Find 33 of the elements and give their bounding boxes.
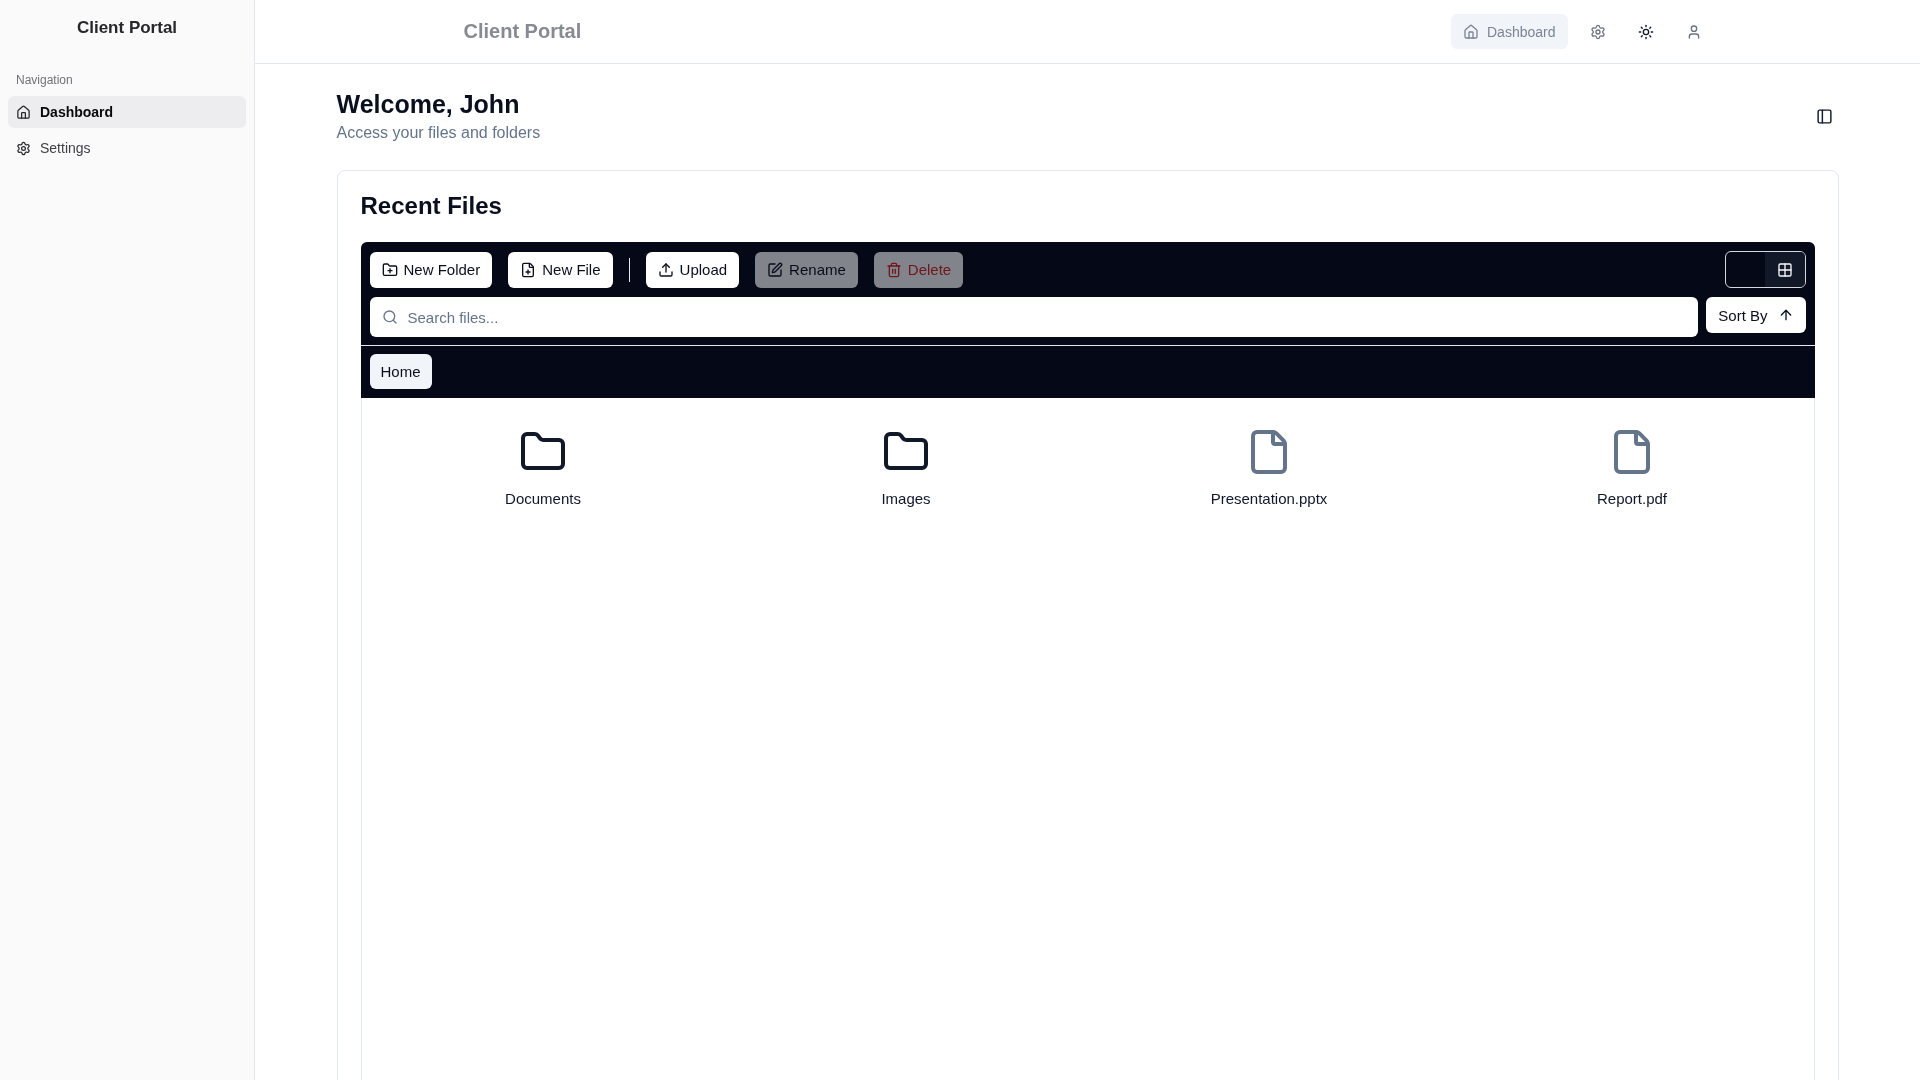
toolbar-button[interactable]: New File: [508, 251, 613, 288]
sidebar-title: Client Portal: [75, 17, 179, 38]
file-item[interactable]: Presentation.pptx: [1210, 428, 1328, 507]
welcome-title: Welcome, John: [336, 89, 521, 119]
file-item[interactable]: Report.pdf: [1596, 428, 1667, 507]
file-item[interactable]: Documents: [505, 428, 581, 507]
toolbar-button[interactable]: Upload: [645, 251, 740, 288]
sidebar-panel-icon[interactable]: [1815, 107, 1833, 125]
breadcrumb-button[interactable]: Home: [369, 354, 432, 389]
nav-button[interactable]: Dashboard: [1451, 14, 1568, 49]
toolbar-button[interactable]: New Folder: [369, 251, 493, 288]
grid-icon: [1776, 261, 1793, 278]
sun-icon[interactable]: [1637, 23, 1654, 40]
card-title: Recent Files: [360, 194, 503, 218]
file-plus-icon: [520, 261, 537, 278]
pencil-square-icon: [767, 261, 784, 278]
home-icon: [16, 104, 31, 120]
grid-view-button[interactable]: [1764, 252, 1805, 287]
app-title: Client Portal: [463, 20, 582, 43]
trash-icon: [885, 261, 902, 278]
section-label: Navigation: [15, 72, 74, 88]
upload-icon: [657, 261, 674, 278]
home-icon: [1463, 23, 1479, 40]
file-item[interactable]: Images: [881, 428, 931, 507]
welcome-subtitle: Access your files and folders: [336, 123, 541, 143]
settings-icon[interactable]: [1589, 23, 1606, 40]
search-field[interactable]: Search files...: [369, 297, 1699, 337]
sidebar-item[interactable]: Dashboard: [8, 96, 246, 128]
sort-button[interactable]: Sort By: [1706, 297, 1806, 333]
search-icon: [381, 309, 398, 325]
folder-plus-icon: [381, 261, 398, 278]
settings-icon: [16, 140, 31, 156]
sidebar-item[interactable]: Settings: [8, 132, 246, 164]
